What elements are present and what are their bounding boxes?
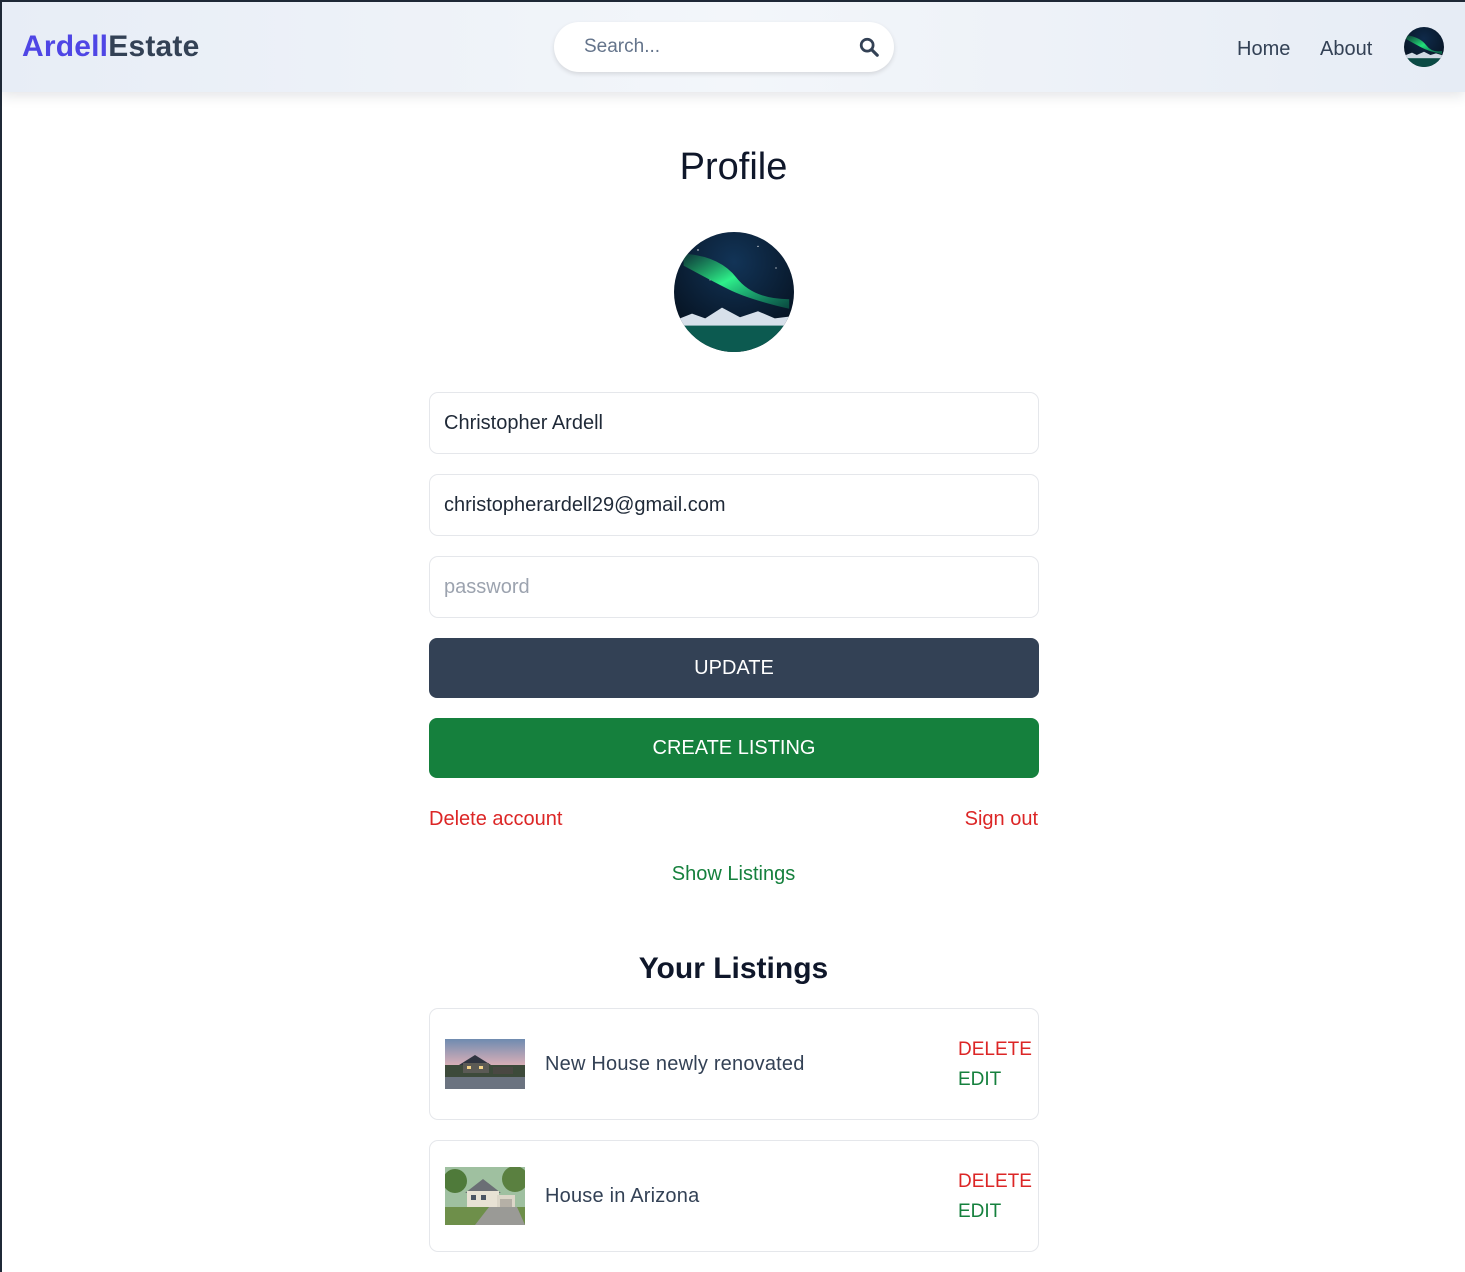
page: ArdellEstate Home About xyxy=(0,0,1465,1272)
listings-title: Your Listings xyxy=(638,952,829,985)
house-photo-icon xyxy=(445,1167,525,1225)
listing-card: New House newly renovated DELETE EDIT xyxy=(429,1008,1039,1120)
listing-thumbnail[interactable] xyxy=(445,1039,525,1089)
listing-delete-button[interactable]: DELETE xyxy=(958,1039,1032,1061)
password-field-wrapper xyxy=(429,556,1039,618)
password-field[interactable] xyxy=(444,557,1024,617)
search-bar xyxy=(554,22,894,72)
profile-avatar[interactable] xyxy=(674,232,794,352)
listing-name[interactable]: New House newly renovated xyxy=(545,1053,805,1076)
update-button[interactable]: UPDATE xyxy=(429,638,1039,698)
listing-card: House in Arizona DELETE EDIT xyxy=(429,1140,1039,1252)
search-icon[interactable] xyxy=(858,36,880,58)
show-listings-link[interactable]: Show Listings xyxy=(2,863,1465,886)
top-navbar: ArdellEstate Home About xyxy=(2,2,1465,92)
username-field[interactable] xyxy=(444,393,1024,453)
aurora-avatar-image-large xyxy=(674,232,794,352)
page-title: Profile xyxy=(679,146,788,188)
email-field[interactable] xyxy=(444,475,1024,535)
house-photo-icon xyxy=(445,1039,525,1089)
sign-out-link[interactable]: Sign out xyxy=(965,808,1038,831)
listing-edit-button[interactable]: EDIT xyxy=(958,1069,1001,1091)
brand-part-1: Ardell xyxy=(22,30,109,63)
name-field-wrapper xyxy=(429,392,1039,454)
show-listings-label[interactable]: Show Listings xyxy=(672,863,795,885)
brand-part-2: Estate xyxy=(108,30,200,63)
delete-account-link[interactable]: Delete account xyxy=(429,808,562,831)
nav-about-link[interactable]: About xyxy=(1320,38,1372,61)
listing-thumbnail[interactable] xyxy=(445,1167,525,1225)
aurora-avatar-image xyxy=(1404,27,1444,67)
email-field-wrapper xyxy=(429,474,1039,536)
create-listing-button[interactable]: CREATE LISTING xyxy=(429,718,1039,778)
listing-edit-button[interactable]: EDIT xyxy=(958,1201,1001,1223)
nav-home-link[interactable]: Home xyxy=(1237,38,1290,61)
brand-logo[interactable]: ArdellEstate xyxy=(22,30,199,64)
listing-delete-button[interactable]: DELETE xyxy=(958,1171,1032,1193)
header-avatar[interactable] xyxy=(1404,27,1444,67)
listing-name[interactable]: House in Arizona xyxy=(545,1185,699,1208)
search-input[interactable] xyxy=(584,34,834,60)
